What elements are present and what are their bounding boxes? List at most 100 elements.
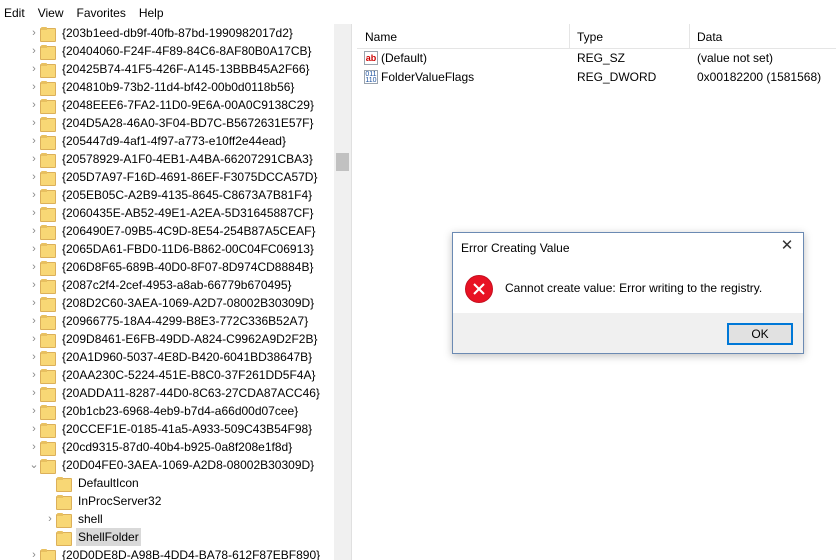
chevron-right-icon[interactable]: › bbox=[28, 78, 40, 96]
tree-item-key[interactable]: › {206490E7-09B5-4C9D-8E54-254B87A5CEAF} bbox=[28, 222, 318, 240]
tree-item-key[interactable]: › {20404060-F24F-4F89-84C6-8AF80B0A17CB} bbox=[28, 42, 314, 60]
chevron-down-icon[interactable]: ⌄ bbox=[28, 456, 40, 474]
chevron-right-icon[interactable]: › bbox=[28, 312, 40, 330]
chevron-right-icon[interactable]: › bbox=[28, 330, 40, 348]
list-row[interactable]: ab (Default) REG_SZ (value not set) bbox=[357, 49, 836, 68]
tree-scrollbar-thumb[interactable] bbox=[336, 153, 349, 171]
chevron-right-icon[interactable]: › bbox=[28, 366, 40, 384]
tree-item-key[interactable]: › {203b1eed-db9f-40fb-87bd-1990982017d2} bbox=[28, 24, 295, 42]
tree-item-key[interactable]: › {205EB05C-A2B9-4135-8645-C8673A7B81F4} bbox=[28, 186, 314, 204]
tree-item-key[interactable]: › {2087c2f4-2cef-4953-a8ab-66779b670495} bbox=[28, 276, 294, 294]
tree-item-key[interactable]: › {2048EEE6-7FA2-11D0-9E6A-00A0C9138C29} bbox=[28, 96, 316, 114]
tree-item-label: {20A1D960-5037-4E8D-B420-6041BD38647B} bbox=[62, 350, 313, 364]
tree-item-key[interactable]: › {20966775-18A4-4299-B8E3-772C336B52A7} bbox=[28, 312, 310, 330]
chevron-right-icon[interactable]: › bbox=[28, 222, 40, 240]
tree-scrollbar[interactable] bbox=[334, 24, 351, 560]
chevron-right-icon[interactable]: › bbox=[28, 276, 40, 294]
column-header-data[interactable]: Data bbox=[689, 24, 836, 48]
folder-icon bbox=[56, 476, 72, 492]
chevron-right-icon[interactable]: › bbox=[28, 24, 40, 42]
list-row[interactable]: 011 110 FolderValueFlags REG_DWORD 0x0018… bbox=[357, 68, 836, 87]
chevron-right-icon[interactable]: › bbox=[28, 60, 40, 78]
tree-item-label: {20404060-F24F-4F89-84C6-8AF80B0A17CB} bbox=[62, 44, 312, 58]
chevron-right-icon[interactable]: › bbox=[28, 204, 40, 222]
tree-item-key[interactable]: › {20b1cb23-6968-4eb9-b7d4-a66d00d07cee} bbox=[28, 402, 300, 420]
value-data: (value not set) bbox=[697, 51, 774, 65]
chevron-right-icon[interactable]: › bbox=[28, 186, 40, 204]
tree-item-key[interactable]: › {204D5A28-46A0-3F04-BD7C-B5672631E57F} bbox=[28, 114, 316, 132]
close-icon[interactable]: ✕ bbox=[779, 238, 795, 254]
chevron-right-icon[interactable]: › bbox=[28, 132, 40, 150]
column-header-type[interactable]: Type bbox=[569, 24, 689, 48]
chevron-right-icon[interactable]: › bbox=[28, 384, 40, 402]
tree-item-label: {20D0DE8D-A98B-4DD4-BA78-612F87EBF890} bbox=[62, 548, 321, 560]
menu-help[interactable]: Help bbox=[133, 0, 171, 24]
chevron-right-icon[interactable]: › bbox=[28, 348, 40, 366]
chevron-right-icon[interactable] bbox=[44, 474, 56, 492]
chevron-right-icon[interactable]: › bbox=[28, 258, 40, 276]
chevron-right-icon[interactable]: › bbox=[28, 402, 40, 420]
dialog-title: Error Creating Value bbox=[461, 241, 570, 255]
tree-item-key[interactable]: › {20578929-A1F0-4EB1-A4BA-66207291CBA3} bbox=[28, 150, 315, 168]
tree-item-inprocserver32[interactable]: InProcServer32 bbox=[44, 492, 163, 510]
menu-favorites[interactable]: Favorites bbox=[70, 0, 132, 24]
tree-item-key[interactable]: › {20A1D960-5037-4E8D-B420-6041BD38647B} bbox=[28, 348, 314, 366]
tree-item-key[interactable]: › {205447d9-4af1-4f97-a773-e10ff2e44ead} bbox=[28, 132, 288, 150]
tree-item-key[interactable]: › {206D8F65-689B-40D0-8F07-8D974CD8884B} bbox=[28, 258, 316, 276]
tree-item-label: {2065DA61-FBD0-11D6-B862-00C04FC06913} bbox=[62, 242, 314, 256]
tree-item-label: {205447d9-4af1-4f97-a773-e10ff2e44ead} bbox=[62, 134, 286, 148]
ok-button[interactable]: OK bbox=[727, 323, 793, 345]
tree-item-key[interactable]: › {209D8461-E6FB-49DD-A824-C9962A9D2F2B} bbox=[28, 330, 320, 348]
tree-item-label: {2087c2f4-2cef-4953-a8ab-66779b670495} bbox=[62, 278, 292, 292]
chevron-right-icon[interactable]: › bbox=[28, 114, 40, 132]
chevron-right-icon[interactable]: › bbox=[44, 510, 56, 528]
value-name: (Default) bbox=[381, 51, 428, 65]
folder-icon bbox=[40, 440, 56, 456]
tree-item-label: {204D5A28-46A0-3F04-BD7C-B5672631E57F} bbox=[62, 116, 314, 130]
tree-item-label: {20D04FE0-3AEA-1069-A2D8-08002B30309D} bbox=[62, 458, 315, 472]
tree-item-key[interactable]: › {20CCEF1E-0185-41a5-A933-509C43B54F98} bbox=[28, 420, 314, 438]
chevron-right-icon[interactable] bbox=[44, 528, 56, 546]
tree-item-key[interactable]: › {20ADDA11-8287-44D0-8C63-27CDA87ACC46} bbox=[28, 384, 322, 402]
tree-item-key[interactable]: › {20425B74-41F5-426F-A145-13BBB45A2F66} bbox=[28, 60, 312, 78]
menu-view[interactable]: View bbox=[32, 0, 71, 24]
menu-edit[interactable]: Edit bbox=[0, 0, 32, 24]
tree-item-key[interactable]: › {204810b9-73b2-11d4-bf42-00b0d0118b56} bbox=[28, 78, 296, 96]
tree-item-key[interactable]: › {205D7A97-F16D-4691-86EF-F3075DCCA57D} bbox=[28, 168, 319, 186]
folder-icon bbox=[40, 44, 56, 60]
chevron-right-icon[interactable]: › bbox=[28, 420, 40, 438]
chevron-right-icon[interactable]: › bbox=[28, 240, 40, 258]
folder-icon bbox=[40, 368, 56, 384]
value-data: 0x00182200 (1581568) bbox=[697, 70, 822, 84]
chevron-right-icon[interactable]: › bbox=[28, 150, 40, 168]
tree-item-key[interactable]: › {20D0DE8D-A98B-4DD4-BA78-612F87EBF890} bbox=[28, 546, 322, 560]
chevron-right-icon[interactable] bbox=[44, 492, 56, 510]
tree-item-key[interactable]: › {2065DA61-FBD0-11D6-B862-00C04FC06913} bbox=[28, 240, 316, 258]
tree-item-label: {209D8461-E6FB-49DD-A824-C9962A9D2F2B} bbox=[62, 332, 318, 346]
dialog-footer: OK bbox=[453, 313, 803, 353]
chevron-right-icon[interactable]: › bbox=[28, 438, 40, 456]
folder-icon bbox=[40, 62, 56, 78]
tree-item-expanded-key[interactable]: ⌄ {20D04FE0-3AEA-1069-A2D8-08002B30309D} bbox=[28, 456, 316, 474]
tree-item-shellfolder[interactable]: ShellFolder bbox=[44, 528, 141, 546]
tree-item-shell[interactable]: › shell bbox=[44, 510, 105, 528]
chevron-right-icon[interactable]: › bbox=[28, 294, 40, 312]
error-icon bbox=[465, 275, 493, 303]
dialog-message: Cannot create value: Error writing to th… bbox=[505, 281, 763, 295]
list-header: Name Type Data bbox=[357, 24, 836, 49]
column-header-name[interactable]: Name bbox=[357, 24, 569, 48]
tree-item-key[interactable]: › {208D2C60-3AEA-1069-A2D7-08002B30309D} bbox=[28, 294, 316, 312]
registry-tree[interactable]: › {203b1eed-db9f-40fb-87bd-1990982017d2} ›… bbox=[0, 24, 334, 560]
value-name: FolderValueFlags bbox=[381, 70, 475, 84]
chevron-right-icon[interactable]: › bbox=[28, 168, 40, 186]
folder-icon bbox=[40, 278, 56, 294]
dialog-body: Cannot create value: Error writing to th… bbox=[453, 263, 803, 313]
tree-item-key[interactable]: › {2060435E-AB52-49E1-A2EA-5D31645887CF} bbox=[28, 204, 316, 222]
chevron-right-icon[interactable]: › bbox=[28, 96, 40, 114]
tree-item-label: InProcServer32 bbox=[78, 494, 162, 508]
tree-item-defaulticon[interactable]: DefaultIcon bbox=[44, 474, 141, 492]
chevron-right-icon[interactable]: › bbox=[28, 42, 40, 60]
tree-item-key[interactable]: › {20cd9315-87d0-40b4-b925-0a8f208e1f8d} bbox=[28, 438, 294, 456]
chevron-right-icon[interactable]: › bbox=[28, 546, 40, 560]
tree-item-key[interactable]: › {20AA230C-5224-451E-B8C0-37F261DD5F4A} bbox=[28, 366, 318, 384]
